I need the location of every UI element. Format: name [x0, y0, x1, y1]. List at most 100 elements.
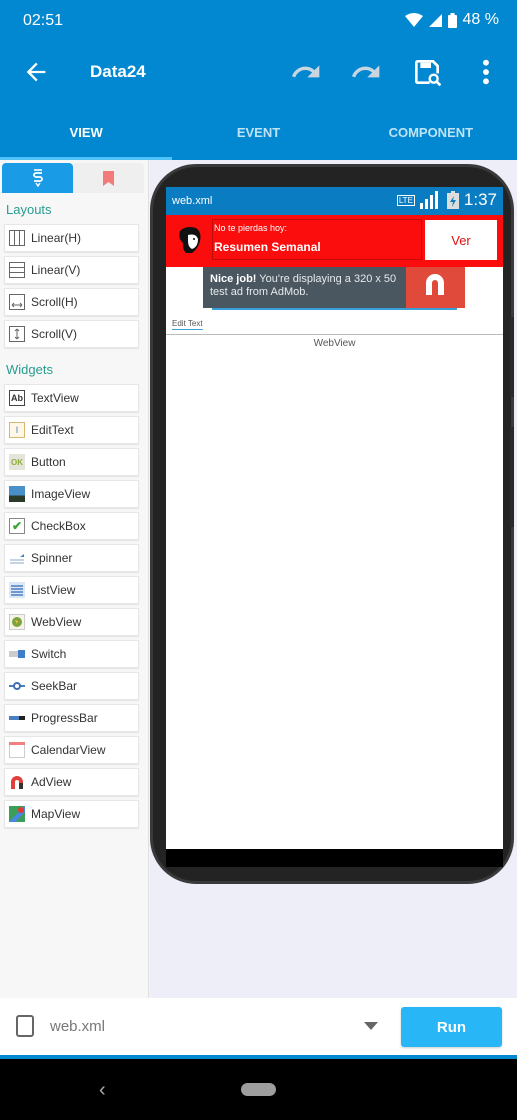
- redo-icon[interactable]: [350, 56, 382, 88]
- palette-item-label: ImageView: [31, 487, 91, 501]
- palette-item-label: Switch: [31, 647, 67, 661]
- signal-bars-icon: [419, 191, 438, 209]
- palette-item-switch[interactable]: Switch: [4, 640, 139, 668]
- app-screen: 02:51 48 % Data24 VIEW EVENT COMPONENT L…: [0, 0, 517, 1120]
- undo-icon[interactable]: [290, 56, 322, 88]
- banner-subtitle: No te pierdas hoy:: [214, 223, 288, 233]
- preview-time: 1:37: [463, 190, 497, 209]
- tab-component[interactable]: COMPONENT: [345, 102, 517, 160]
- palette-item-label: EditText: [31, 423, 74, 437]
- bottom-bar: web.xml Run: [0, 998, 517, 1055]
- widgets-header: Widgets: [6, 362, 53, 377]
- edittext-icon: I: [9, 422, 25, 438]
- run-button[interactable]: Run: [401, 1007, 502, 1047]
- status-time: 02:51: [23, 12, 64, 29]
- palette-item-edittext[interactable]: I EditText: [4, 416, 139, 444]
- ad-underline: [212, 308, 457, 310]
- tab-view[interactable]: VIEW: [0, 102, 173, 160]
- palette-item-label: ProgressBar: [31, 711, 98, 725]
- top-bar: 02:51 48 % Data24 VIEW EVENT COMPONENT: [0, 0, 517, 160]
- phone-side-button: [510, 317, 514, 397]
- admob-logo: AdMob by Google: [406, 267, 503, 308]
- palette-item-linear-v[interactable]: Linear(V): [4, 256, 139, 284]
- palette-item-seekbar[interactable]: SeekBar: [4, 672, 139, 700]
- listview-icon: [9, 582, 25, 598]
- palette-tabs: [2, 163, 144, 193]
- palette-item-textview[interactable]: Ab TextView: [4, 384, 139, 412]
- linear-horizontal-icon: [9, 230, 25, 246]
- banner-title: Resumen Semanal: [214, 240, 321, 254]
- dropdown-arrow-icon[interactable]: [364, 1022, 378, 1030]
- palette-item-adview[interactable]: AdView: [4, 768, 139, 796]
- layouts-header: Layouts: [6, 202, 52, 217]
- palette-item-label: Scroll(V): [31, 327, 78, 341]
- button-icon: OK: [9, 454, 25, 470]
- adview-icon: [9, 774, 25, 790]
- ad-text: Nice job! You're displaying a 320 x 50 t…: [210, 273, 410, 299]
- ver-button[interactable]: Ver: [425, 220, 497, 260]
- palette-item-label: TextView: [31, 391, 79, 405]
- preview-file-name: web.xml: [172, 195, 213, 207]
- status-icons: 48 %: [404, 11, 499, 29]
- status-bar: 02:51 48 %: [0, 0, 517, 42]
- webview-icon: [9, 614, 25, 630]
- palette-item-label: MapView: [31, 807, 81, 821]
- signal-icon: [428, 13, 442, 27]
- palette-item-label: Spinner: [31, 551, 73, 565]
- palette-item-progressbar[interactable]: ProgressBar: [4, 704, 139, 732]
- palette-item-button[interactable]: OK Button: [4, 448, 139, 476]
- progressbar-icon: [9, 710, 25, 726]
- avatar-icon: [179, 227, 201, 253]
- palette-item-label: ListView: [31, 583, 76, 597]
- preview-status-bar: web.xml LTE 1:37: [166, 187, 503, 215]
- back-arrow-icon[interactable]: [22, 58, 50, 86]
- palette-item-label: Scroll(H): [31, 295, 78, 309]
- system-nav-bar: ‹: [0, 1059, 517, 1120]
- battery-icon: [447, 12, 457, 28]
- palette-tab-bookmarks[interactable]: [73, 163, 144, 193]
- nav-home-pill[interactable]: [241, 1083, 276, 1096]
- preview-status-icons: LTE 1:37: [396, 190, 497, 210]
- palette-item-label: WebView: [31, 615, 82, 629]
- palette-item-scroll-h[interactable]: Scroll(H): [4, 288, 139, 316]
- widget-palette: Layouts Linear(H) Linear(V) Scroll(H) Sc…: [0, 160, 149, 998]
- seekbar-icon: [9, 678, 25, 694]
- calendarview-icon: [9, 742, 25, 758]
- nav-back-icon[interactable]: ‹: [99, 1079, 106, 1102]
- preview-screen: web.xml LTE 1:37 No te pierdas hoy: Resu…: [166, 187, 503, 849]
- tab-event[interactable]: EVENT: [172, 102, 344, 160]
- palette-item-label: CalendarView: [31, 743, 106, 757]
- app-title: Data24: [90, 62, 146, 81]
- palette-tab-widgets[interactable]: [2, 163, 73, 193]
- imageview-icon: [9, 486, 25, 502]
- palette-item-calendarview[interactable]: CalendarView: [4, 736, 139, 764]
- admob-test-ad[interactable]: Nice job! You're displaying a 320 x 50 t…: [203, 267, 503, 308]
- palette-item-label: Button: [31, 455, 66, 469]
- file-selector[interactable]: web.xml: [50, 1018, 105, 1035]
- wifi-icon: [404, 13, 423, 27]
- palette-item-linear-h[interactable]: Linear(H): [4, 224, 139, 252]
- main-tabs: VIEW EVENT COMPONENT: [0, 102, 517, 160]
- palette-item-listview[interactable]: ListView: [4, 576, 139, 604]
- design-canvas: web.xml LTE 1:37 No te pierdas hoy: Resu…: [150, 160, 517, 998]
- mapview-icon: [9, 806, 25, 822]
- divider: [166, 334, 503, 335]
- phone-side-button: [510, 427, 514, 527]
- preview-webview[interactable]: WebView: [166, 338, 503, 349]
- preview-battery-icon: [446, 191, 459, 209]
- palette-item-imageview[interactable]: ImageView: [4, 480, 139, 508]
- admob-logo-caption: AdMob by Google: [474, 300, 503, 306]
- palette-item-spinner[interactable]: Spinner: [4, 544, 139, 572]
- palette-item-checkbox[interactable]: ✔ CheckBox: [4, 512, 139, 540]
- switch-icon: [9, 646, 25, 662]
- device-icon: [16, 1015, 34, 1037]
- palette-item-scroll-v[interactable]: Scroll(V): [4, 320, 139, 348]
- linear-vertical-icon: [9, 262, 25, 278]
- save-icon[interactable]: [411, 56, 443, 88]
- admob-logo-icon: [426, 274, 444, 295]
- preview-edittext[interactable]: Edit Text: [172, 319, 203, 330]
- more-vert-icon[interactable]: [470, 56, 502, 88]
- phone-frame: web.xml LTE 1:37 No te pierdas hoy: Resu…: [150, 164, 514, 884]
- palette-item-mapview[interactable]: MapView: [4, 800, 139, 828]
- palette-item-webview[interactable]: WebView: [4, 608, 139, 636]
